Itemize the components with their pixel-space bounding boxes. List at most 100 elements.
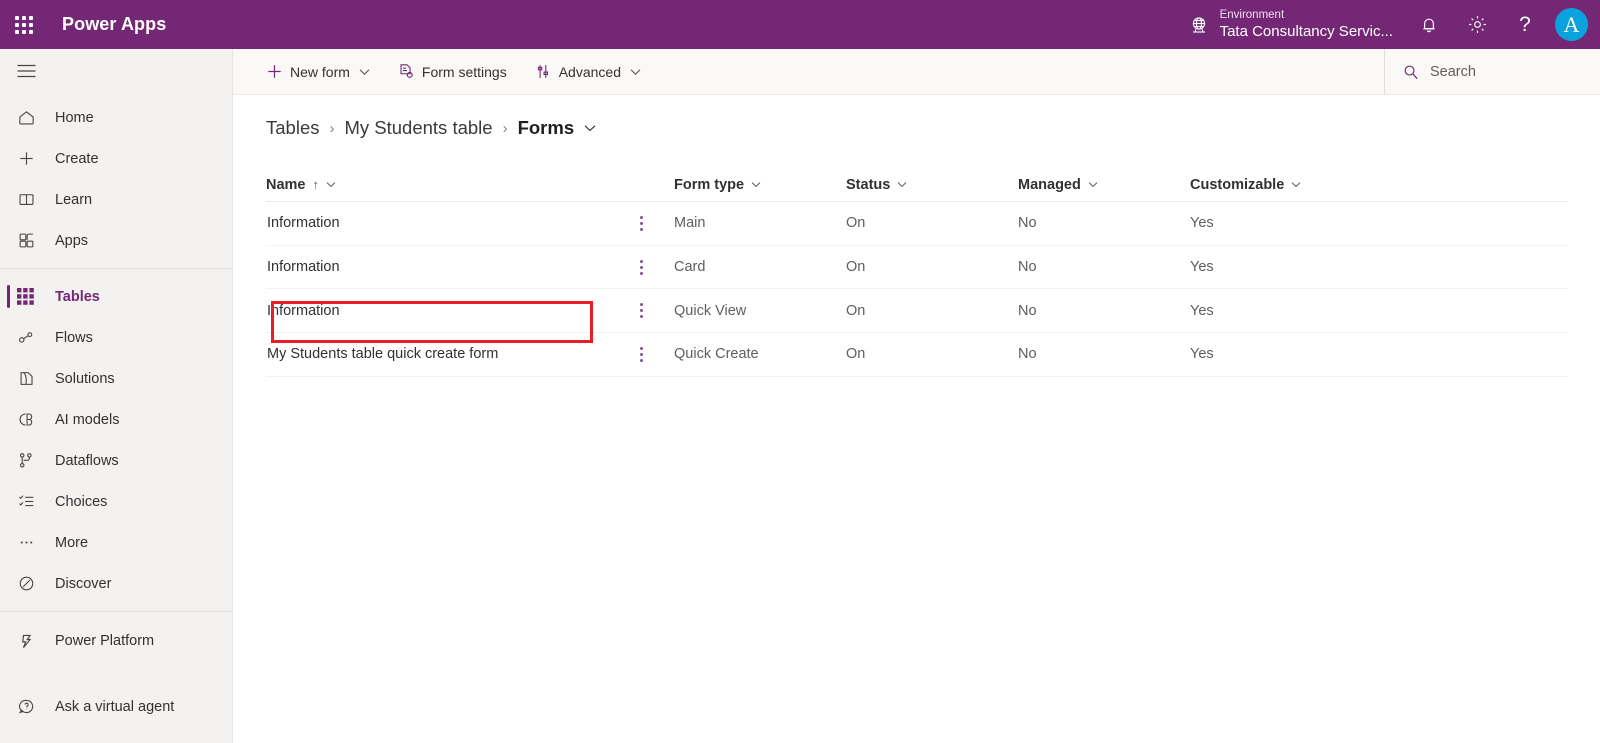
column-header-status[interactable]: Status bbox=[846, 177, 1018, 193]
table-row[interactable]: Information Card On No Yes bbox=[266, 246, 1568, 290]
row-menu-button[interactable] bbox=[608, 210, 674, 236]
vertical-ellipsis-icon[interactable] bbox=[630, 210, 652, 236]
row-menu-button[interactable] bbox=[608, 341, 674, 367]
dataflows-icon bbox=[17, 451, 47, 470]
form-settings-button[interactable]: Form settings bbox=[388, 49, 517, 95]
form-settings-icon bbox=[398, 63, 415, 80]
chevron-down-icon[interactable] bbox=[584, 124, 596, 132]
chevron-down-icon[interactable] bbox=[751, 181, 761, 188]
new-form-label: New form bbox=[290, 64, 350, 80]
cell-name: My Students table quick create form bbox=[266, 346, 608, 362]
bell-icon[interactable] bbox=[1405, 0, 1453, 49]
cell-status: On bbox=[846, 259, 1018, 275]
sidebar-item-more[interactable]: More bbox=[0, 522, 232, 563]
globe-icon bbox=[1189, 15, 1209, 35]
cell-status: On bbox=[846, 215, 1018, 231]
help-icon[interactable]: ? bbox=[1501, 0, 1549, 49]
command-bar: New form Form settings bbox=[233, 49, 1600, 95]
chevron-down-icon[interactable] bbox=[326, 181, 336, 188]
breadcrumb-item-my-students-table[interactable]: My Students table bbox=[344, 117, 492, 139]
column-header-name[interactable]: Name ↑ bbox=[266, 177, 608, 193]
sidebar-item-label: Create bbox=[55, 151, 99, 167]
cell-managed: No bbox=[1018, 215, 1190, 231]
row-menu-button[interactable] bbox=[608, 298, 674, 324]
breadcrumb-item-tables[interactable]: Tables bbox=[266, 117, 319, 139]
cell-customizable: Yes bbox=[1190, 259, 1390, 275]
hamburger-menu-icon[interactable] bbox=[0, 49, 232, 93]
sidebar-item-label: Choices bbox=[55, 494, 107, 510]
solutions-icon bbox=[17, 369, 47, 388]
sidebar-item-ai-models[interactable]: AI models bbox=[0, 399, 232, 440]
advanced-label: Advanced bbox=[559, 64, 621, 80]
sidebar-item-home[interactable]: Home bbox=[0, 97, 232, 138]
grid-header-row: Name ↑ Form type Status Managed bbox=[266, 168, 1568, 202]
form-settings-label: Form settings bbox=[422, 64, 507, 80]
advanced-button[interactable]: Advanced bbox=[525, 49, 651, 95]
environment-label: Environment bbox=[1220, 9, 1393, 22]
new-form-button[interactable]: New form bbox=[256, 49, 380, 95]
discover-compass-icon bbox=[17, 574, 47, 593]
search-icon bbox=[1403, 64, 1419, 80]
environment-text: Environment Tata Consultancy Servic... bbox=[1220, 9, 1393, 40]
sidebar-item-dataflows[interactable]: Dataflows bbox=[0, 440, 232, 481]
sidebar-divider bbox=[0, 268, 232, 269]
column-header-managed[interactable]: Managed bbox=[1018, 177, 1190, 193]
breadcrumb-item-forms: Forms bbox=[518, 117, 575, 139]
avatar[interactable]: A bbox=[1555, 8, 1588, 41]
brand-title[interactable]: Power Apps bbox=[62, 14, 166, 35]
sidebar-item-apps[interactable]: Apps bbox=[0, 220, 232, 261]
top-app-bar: Power Apps Environment Tata Consultancy … bbox=[0, 0, 1600, 49]
sidebar-item-label: Discover bbox=[55, 576, 111, 592]
sidebar-item-choices[interactable]: Choices bbox=[0, 481, 232, 522]
breadcrumb: Tables › My Students table › Forms bbox=[233, 95, 1600, 139]
sidebar-item-discover[interactable]: Discover bbox=[0, 563, 232, 604]
chevron-down-icon[interactable] bbox=[1291, 181, 1301, 188]
sidebar-item-solutions[interactable]: Solutions bbox=[0, 358, 232, 399]
vertical-ellipsis-icon[interactable] bbox=[630, 341, 652, 367]
main-content: Tables › My Students table › Forms Name … bbox=[233, 95, 1600, 743]
flow-nodes-icon bbox=[17, 328, 47, 347]
environment-name: Tata Consultancy Servic... bbox=[1220, 23, 1393, 40]
app-launcher-grid bbox=[15, 16, 33, 34]
column-label: Status bbox=[846, 177, 890, 193]
cell-name: Information bbox=[266, 215, 608, 231]
table-row[interactable]: Information Quick View On No Yes bbox=[266, 289, 1568, 333]
chevron-down-icon[interactable] bbox=[630, 68, 641, 76]
vertical-ellipsis-icon[interactable] bbox=[630, 298, 652, 324]
ai-brain-icon bbox=[17, 410, 47, 429]
gear-icon[interactable] bbox=[1453, 0, 1501, 49]
sidebar-item-ask-virtual-agent[interactable]: Ask a virtual agent bbox=[0, 686, 232, 727]
more-ellipsis-icon bbox=[17, 533, 47, 552]
sidebar-item-learn[interactable]: Learn bbox=[0, 179, 232, 220]
vertical-ellipsis-icon[interactable] bbox=[630, 254, 652, 280]
column-header-form-type[interactable]: Form type bbox=[674, 177, 846, 193]
table-row[interactable]: Information Main On No Yes bbox=[266, 202, 1568, 246]
column-header-customizable[interactable]: Customizable bbox=[1190, 177, 1390, 193]
app-launcher-icon[interactable] bbox=[0, 0, 48, 49]
sidebar-item-label: More bbox=[55, 535, 88, 551]
cell-form-type: Main bbox=[674, 215, 846, 231]
chevron-down-icon[interactable] bbox=[897, 181, 907, 188]
sidebar-item-power-platform[interactable]: Power Platform bbox=[0, 619, 232, 663]
cell-customizable: Yes bbox=[1190, 303, 1390, 319]
cell-customizable: Yes bbox=[1190, 215, 1390, 231]
power-platform-icon bbox=[17, 632, 47, 651]
choices-list-icon bbox=[17, 492, 47, 511]
question-bubble-icon bbox=[17, 697, 47, 716]
row-menu-button[interactable] bbox=[608, 254, 674, 280]
table-row[interactable]: My Students table quick create form Quic… bbox=[266, 333, 1568, 377]
sidebar-item-flows[interactable]: Flows bbox=[0, 317, 232, 358]
sidebar-item-tables[interactable]: Tables bbox=[0, 276, 232, 317]
breadcrumb-separator: › bbox=[329, 120, 334, 137]
chevron-down-icon[interactable] bbox=[359, 68, 370, 76]
sidebar-item-label: AI models bbox=[55, 412, 119, 428]
chevron-down-icon[interactable] bbox=[1088, 181, 1098, 188]
column-label: Form type bbox=[674, 177, 744, 193]
top-bar-right-group: Environment Tata Consultancy Servic... ?… bbox=[1177, 0, 1600, 49]
cell-name: Information bbox=[266, 259, 608, 275]
forms-grid: Name ↑ Form type Status Managed bbox=[266, 168, 1568, 377]
column-label: Managed bbox=[1018, 177, 1081, 193]
search-input[interactable]: Search bbox=[1384, 49, 1600, 95]
sidebar-item-create[interactable]: Create bbox=[0, 138, 232, 179]
environment-switcher[interactable]: Environment Tata Consultancy Servic... bbox=[1177, 0, 1405, 49]
